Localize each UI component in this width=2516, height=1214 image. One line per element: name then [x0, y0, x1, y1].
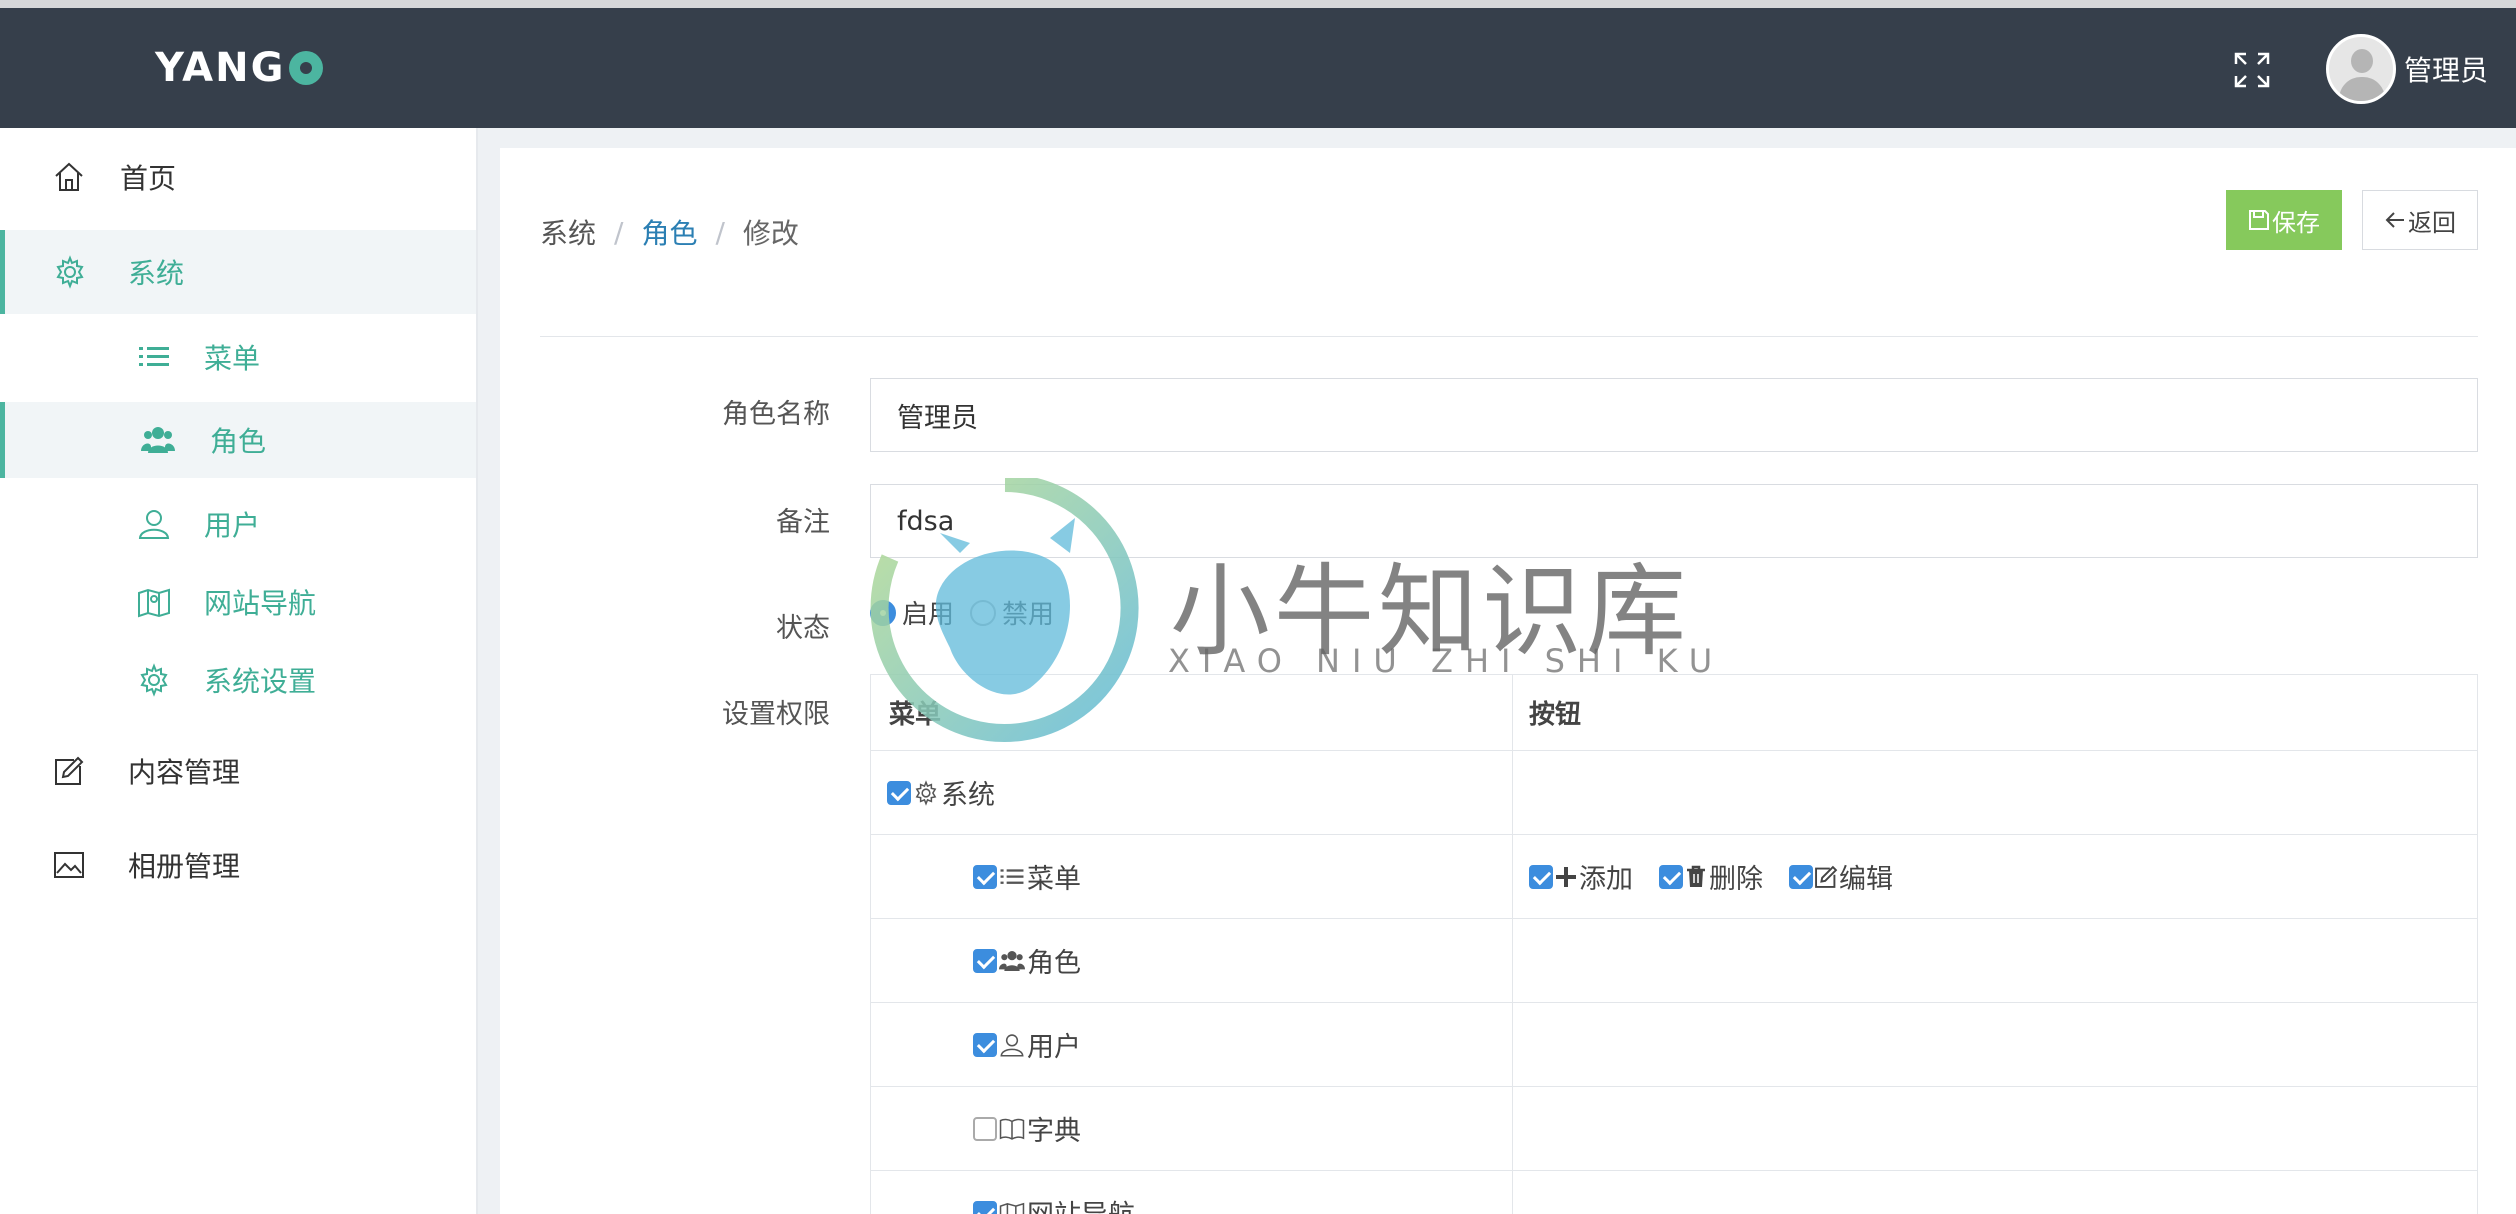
save-icon: [2249, 210, 2269, 230]
home-icon: [55, 162, 83, 191]
perm-checkbox-system[interactable]: [887, 780, 911, 805]
sidebar-item-home[interactable]: 首页: [0, 140, 476, 214]
sidebar-item-label: 内容管理: [128, 756, 241, 789]
image-icon: [54, 852, 84, 878]
header-divider: [540, 336, 2478, 337]
users-icon: [141, 427, 175, 453]
list-icon: [1000, 868, 1024, 884]
sidebar-item-label: 系统: [128, 257, 185, 290]
gear-icon: [56, 255, 84, 289]
sidebar-item-label: 网站导航: [204, 587, 317, 620]
user-icon: [1000, 1033, 1024, 1056]
list-icon: [139, 347, 169, 366]
status-enabled-radio[interactable]: [870, 599, 896, 626]
table-row: 字典: [871, 1087, 2477, 1171]
perm-checkbox-role[interactable]: [973, 948, 997, 973]
status-disabled-radio[interactable]: [970, 599, 997, 626]
users-icon: [999, 950, 1025, 971]
status-radio-group: 启用 禁用: [870, 594, 1054, 631]
col-menu-header: 菜单: [889, 700, 942, 730]
perm-label: 系统: [941, 780, 995, 811]
breadcrumb: 系统 / 角色 / 修改: [540, 212, 799, 252]
perm-button-label: 删除: [1709, 864, 1763, 895]
top-header: YANG 管理员: [0, 8, 2516, 128]
map-icon: [138, 588, 170, 618]
logo[interactable]: YANG: [155, 42, 324, 94]
sidebar-item-site-nav[interactable]: 网站导航: [0, 564, 476, 640]
map-icon: [999, 1202, 1025, 1214]
plus-icon: [1556, 866, 1576, 887]
avatar: [2326, 34, 2396, 104]
perm-label: 字典: [1027, 1116, 1081, 1147]
sidebar-item-content[interactable]: 内容管理: [0, 728, 476, 814]
breadcrumb-role[interactable]: 角色: [641, 212, 697, 252]
perm-checkbox-dictionary[interactable]: [973, 1116, 997, 1141]
status-label: 状态: [776, 613, 830, 644]
gear-icon: [140, 663, 168, 697]
edit-icon: [55, 756, 84, 785]
edit-icon: [1815, 865, 1838, 888]
perm-label: 用户: [1027, 1032, 1081, 1063]
perm-button-label: 编辑: [1839, 864, 1893, 895]
remark-label: 备注: [776, 507, 830, 538]
user-menu[interactable]: 管理员: [2326, 34, 2488, 104]
sidebar-item-menu[interactable]: 菜单: [0, 322, 476, 392]
sidebar-item-label: 相册管理: [128, 850, 241, 883]
sidebar-item-label: 用户: [204, 509, 261, 542]
watermark-subtitle: XIAO NIU ZHI SHI KU: [1168, 642, 1725, 680]
table-row: 用户: [871, 1003, 2477, 1087]
perm-checkbox-menu[interactable]: [973, 864, 997, 889]
table-header-row: 菜单 按钮: [871, 675, 2477, 751]
sidebar-item-system[interactable]: 系统: [0, 230, 476, 314]
logo-text: YANG: [155, 45, 286, 91]
sidebar: 首页 系统 菜单 角色 用户 网站导航 系统设置 内容管理 相册管理: [0, 128, 478, 1214]
sidebar-item-user[interactable]: 用户: [0, 486, 476, 562]
perm-checkbox-delete[interactable]: [1659, 864, 1683, 889]
permission-table: 菜单 按钮 系统 菜单 添加 删除 编辑 角色 用户 字典: [870, 674, 2478, 1214]
save-label: 保存: [2272, 209, 2320, 237]
perm-checkbox-site-nav[interactable]: [973, 1200, 997, 1214]
breadcrumb-edit: 修改: [742, 217, 799, 250]
sidebar-item-album[interactable]: 相册管理: [0, 822, 476, 908]
user-icon: [138, 510, 170, 539]
user-name: 管理员: [2404, 54, 2489, 87]
perm-button-label: 添加: [1579, 864, 1633, 895]
window-top-strip: [0, 0, 2516, 8]
save-button[interactable]: 保存: [2226, 190, 2342, 250]
perm-checkbox-user[interactable]: [973, 1032, 997, 1057]
sidebar-item-label: 首页: [120, 162, 177, 195]
breadcrumb-system[interactable]: 系统: [540, 212, 596, 252]
fullscreen-icon[interactable]: [2232, 50, 2272, 90]
book-icon: [999, 1118, 1025, 1140]
sidebar-item-role[interactable]: 角色: [0, 402, 476, 478]
table-row: 菜单 添加 删除 编辑: [871, 835, 2477, 919]
back-button[interactable]: 返回: [2362, 190, 2478, 250]
sidebar-item-label: 角色: [210, 425, 267, 458]
logo-o-icon: [289, 51, 324, 85]
role-name-label: 角色名称: [722, 399, 830, 430]
back-label: 返回: [2408, 209, 2456, 237]
perm-label: 网站导航: [1027, 1193, 1135, 1214]
sidebar-item-system-settings[interactable]: 系统设置: [0, 642, 476, 718]
trash-icon: [1687, 865, 1705, 887]
sidebar-item-label: 菜单: [204, 342, 261, 375]
sidebar-item-label: 系统设置: [204, 665, 317, 698]
perm-label: 菜单: [1027, 864, 1081, 895]
perm-checkbox-edit[interactable]: [1789, 864, 1813, 889]
permission-label: 设置权限: [722, 699, 830, 730]
perm-checkbox-add[interactable]: [1529, 864, 1553, 889]
role-name-input[interactable]: 管理员: [870, 378, 2478, 452]
col-buttons-header: 按钮: [1529, 700, 1582, 730]
perm-label: 角色: [1027, 948, 1081, 979]
table-row: 网站导航: [871, 1171, 2477, 1214]
arrow-left-icon: [2385, 212, 2404, 228]
table-row: 角色: [871, 919, 2477, 1003]
status-enabled-label: 启用: [902, 600, 955, 630]
gear-icon: [915, 779, 937, 806]
table-row: 系统: [871, 751, 2477, 835]
status-disabled-label: 禁用: [1002, 600, 1055, 630]
